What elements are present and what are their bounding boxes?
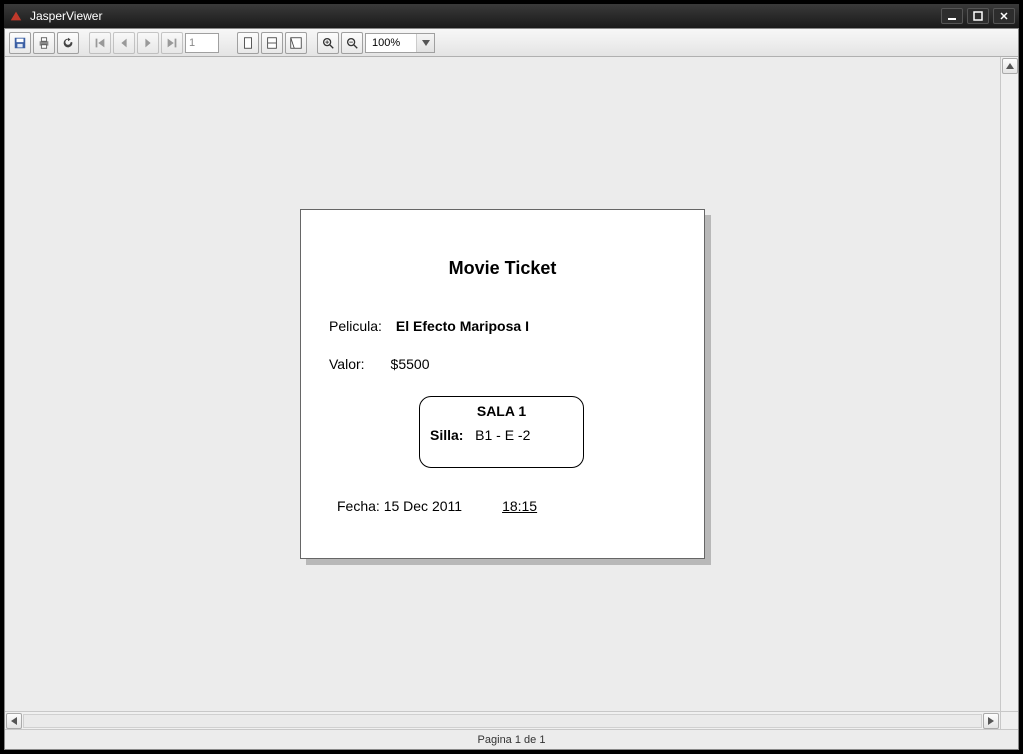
fit-width-button[interactable] xyxy=(285,32,307,54)
first-page-button[interactable] xyxy=(89,32,111,54)
document-canvas[interactable]: Movie Ticket Pelicula: El Efecto Maripos… xyxy=(5,57,1000,711)
vertical-scrollbar[interactable] xyxy=(1000,57,1018,711)
viewport: Movie Ticket Pelicula: El Efecto Maripos… xyxy=(5,57,1018,729)
price-label: Valor: xyxy=(329,356,365,372)
app-window: JasperViewer xyxy=(0,0,1023,754)
movie-value: El Efecto Mariposa I xyxy=(396,318,529,334)
zoom-combo[interactable]: 100% xyxy=(365,33,435,53)
last-page-button[interactable] xyxy=(161,32,183,54)
statusbar: Pagina 1 de 1 xyxy=(5,729,1018,749)
prev-page-button[interactable] xyxy=(113,32,135,54)
status-text: Pagina 1 de 1 xyxy=(478,734,546,746)
zoom-out-button[interactable] xyxy=(341,32,363,54)
movie-label: Pelicula: xyxy=(329,318,382,334)
next-page-button[interactable] xyxy=(137,32,159,54)
minimize-button[interactable] xyxy=(941,8,963,24)
scroll-left-icon[interactable] xyxy=(6,713,22,729)
report-page: Movie Ticket Pelicula: El Efecto Maripos… xyxy=(300,209,705,559)
client-area: 100% Movie Ticket Pelicula: El Efecto Ma… xyxy=(4,28,1019,750)
zoom-value: 100% xyxy=(366,37,416,49)
scroll-right-icon[interactable] xyxy=(983,713,999,729)
horizontal-scrollbar[interactable] xyxy=(5,711,1000,729)
app-icon xyxy=(8,8,24,24)
scroll-corner xyxy=(1000,711,1018,729)
save-button[interactable] xyxy=(9,32,31,54)
date-row: Fecha: 15 Dec 2011 18:15 xyxy=(337,498,537,514)
movie-row: Pelicula: El Efecto Mariposa I xyxy=(329,318,529,334)
date-text: Fecha: 15 Dec 2011 xyxy=(337,498,462,514)
price-row: Valor: $5500 xyxy=(329,356,429,372)
print-button[interactable] xyxy=(33,32,55,54)
scroll-track[interactable] xyxy=(23,714,982,728)
ticket-title: Movie Ticket xyxy=(301,258,704,279)
page-number-field[interactable] xyxy=(185,33,219,53)
maximize-button[interactable] xyxy=(967,8,989,24)
zoom-in-button[interactable] xyxy=(317,32,339,54)
seat-label: Silla: xyxy=(430,427,463,443)
reload-button[interactable] xyxy=(57,32,79,54)
close-button[interactable] xyxy=(993,8,1015,24)
fit-page-button[interactable] xyxy=(261,32,283,54)
actual-size-button[interactable] xyxy=(237,32,259,54)
window-title: JasperViewer xyxy=(30,9,941,23)
scroll-up-icon[interactable] xyxy=(1002,58,1018,74)
seat-row: Silla: B1 - E -2 xyxy=(430,427,573,443)
seat-value: B1 - E -2 xyxy=(475,427,530,443)
chevron-down-icon xyxy=(416,34,434,52)
seat-box: SALA 1 Silla: B1 - E -2 xyxy=(419,396,584,468)
toolbar: 100% xyxy=(5,29,1018,57)
time-value: 18:15 xyxy=(502,498,537,514)
window-controls xyxy=(941,8,1015,24)
room-value: SALA 1 xyxy=(430,403,573,419)
titlebar: JasperViewer xyxy=(4,4,1019,28)
price-value: $5500 xyxy=(391,356,430,372)
